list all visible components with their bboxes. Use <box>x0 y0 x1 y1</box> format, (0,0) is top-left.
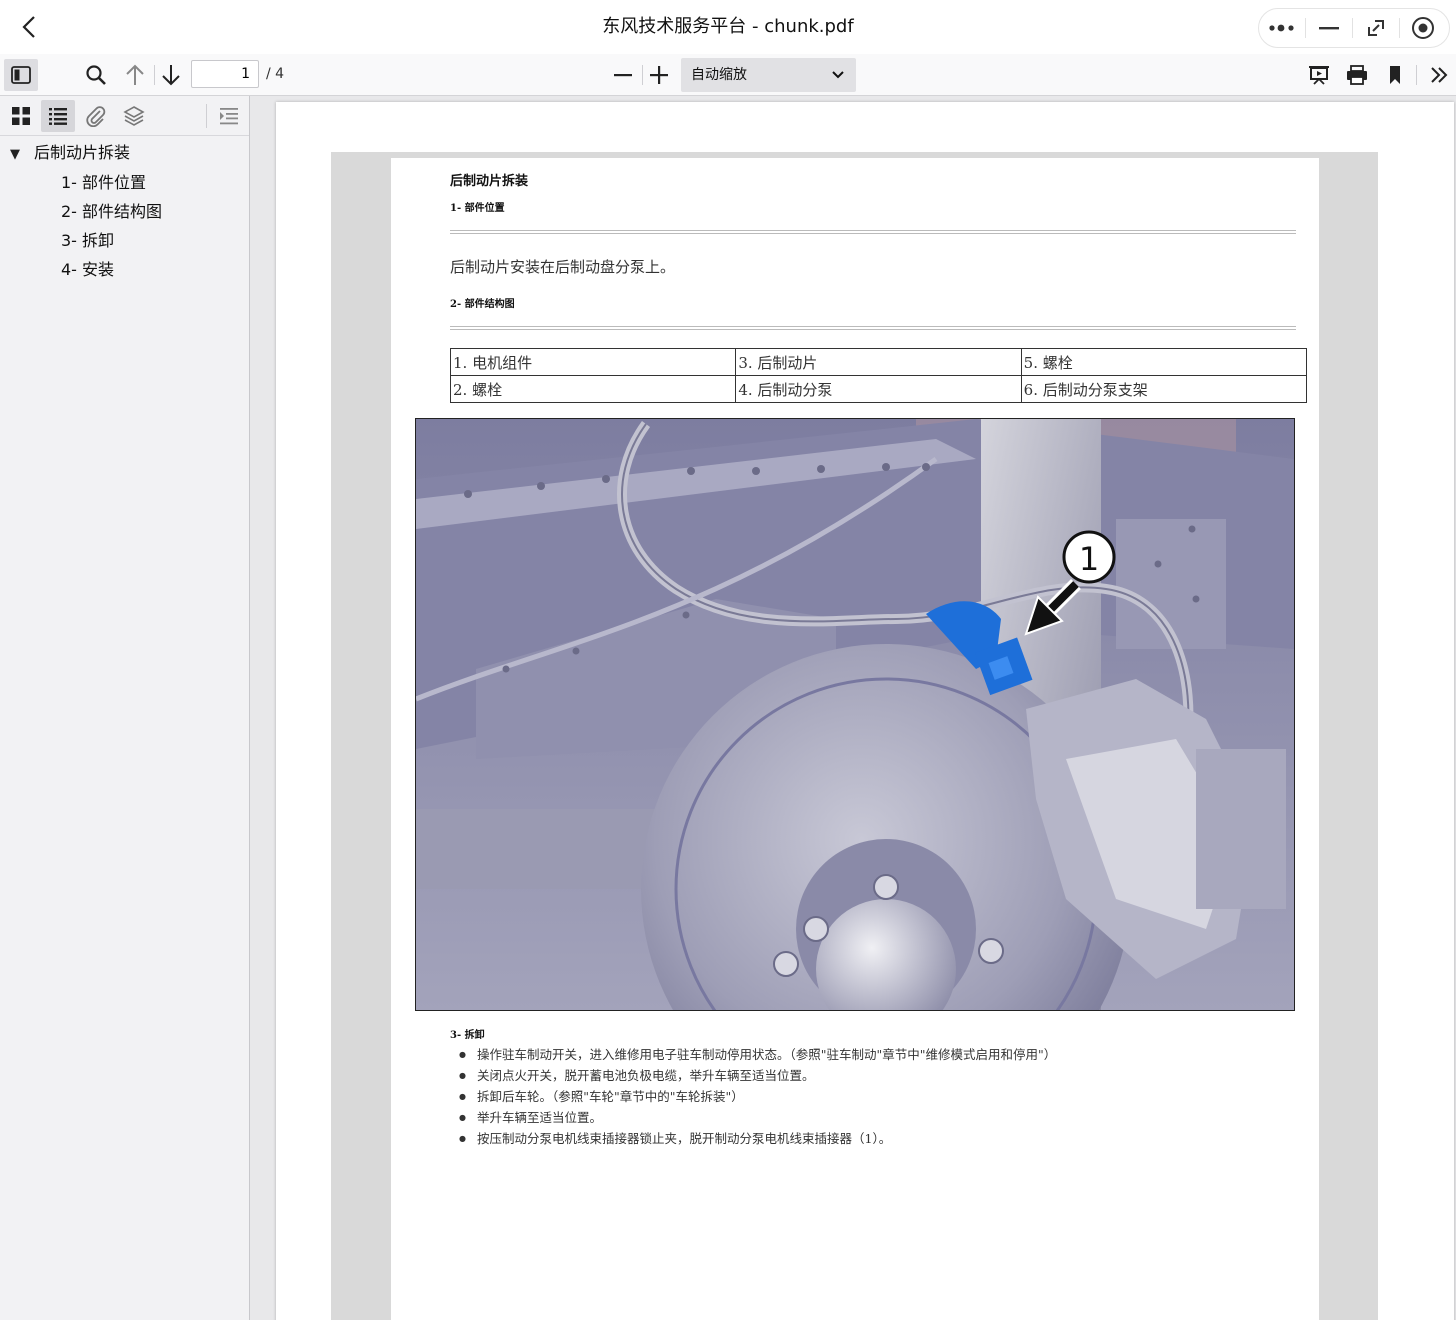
list-icon <box>49 108 67 125</box>
restore-icon <box>1368 20 1384 36</box>
close-button[interactable] <box>1400 9 1446 47</box>
list-item: 拆卸后车轮。（参照"车轮"章节中的"车轮拆装"） <box>459 1086 1056 1107</box>
list-item: 举升车辆至适当位置。 <box>459 1107 1056 1128</box>
list-item: 按压制动分泵电机线束插接器锁止夹，脱开制动分泵电机线束插接器（1）。 <box>459 1128 1056 1149</box>
list-item: 操作驻车制动开关，进入维修用电子驻车制动停用状态。（参照"驻车制动"章节中"维修… <box>459 1044 1056 1065</box>
sidebar-tabs <box>0 96 249 136</box>
outline-item-root[interactable]: ▼ 后制动片拆装 <box>10 140 130 166</box>
section2-title: 2- 部件结构图 <box>450 299 515 310</box>
window-title: 东风技术服务平台 - chunk.pdf <box>602 16 854 37</box>
removal-steps-list: 操作驻车制动开关，进入维修用电子驻车制动停用状态。（参照"驻车制动"章节中"维修… <box>459 1044 1056 1149</box>
page-band-left <box>331 158 391 1320</box>
brake-illustration: 1 <box>416 419 1294 1010</box>
layers-icon <box>123 106 145 126</box>
table-cell: 3. 后制动片 <box>735 348 1022 376</box>
plus-icon <box>650 66 668 84</box>
more-dots-icon <box>1269 24 1294 32</box>
brake-assembly-figure: 1 <box>415 418 1295 1011</box>
grid-icon <box>12 107 30 125</box>
zoom-select-value: 自动缩放 <box>691 67 747 83</box>
tools-menu-button[interactable] <box>1423 59 1455 91</box>
table-cell: 1. 电机组件 <box>449 348 737 376</box>
presentation-icon <box>1309 66 1329 85</box>
minimize-button[interactable] <box>1306 9 1352 47</box>
window-controls <box>1258 8 1450 48</box>
search-button[interactable] <box>80 59 112 91</box>
search-icon <box>86 65 106 85</box>
table-cell: 4. 后制动分泵 <box>735 375 1022 403</box>
minus-icon <box>614 74 632 77</box>
page-total: / 4 <box>266 66 285 82</box>
list-item: 关闭点火开关，脱开蓄电池负极电缆，举升车辆至适当位置。 <box>459 1065 1056 1086</box>
section3-title: 3- 拆卸 <box>450 1030 485 1041</box>
bookmark-icon <box>1390 66 1400 84</box>
outline-item-2[interactable]: 2- 部件结构图 <box>61 199 162 225</box>
arrow-down-icon <box>162 65 180 86</box>
document-viewer[interactable]: 后制动片拆装 1- 部件位置 后制动片安装在后制动盘分泵上。 2- 部件结构图 … <box>250 96 1456 1320</box>
previous-page-button[interactable] <box>119 59 151 91</box>
section2-rule <box>450 326 1296 330</box>
figure-callout-1: 1 <box>1079 540 1099 578</box>
table-cell: 2. 螺栓 <box>449 375 737 403</box>
tab-layers[interactable] <box>117 100 151 132</box>
more-button[interactable] <box>1259 9 1305 47</box>
sidebar: ▼ 后制动片拆装 1- 部件位置 2- 部件结构图 3- 拆卸 4- 安装 <box>0 96 250 1320</box>
target-icon <box>1412 17 1434 39</box>
page-number-input[interactable] <box>191 60 259 88</box>
tab-attachments[interactable] <box>79 100 113 132</box>
double-chevron-right-icon <box>1431 67 1448 83</box>
table-row: 2. 螺栓 4. 后制动分泵 6. 后制动分泵支架 <box>449 375 1308 403</box>
outline-indent-icon <box>220 108 238 125</box>
arrow-up-icon <box>126 64 144 85</box>
zoom-in-button[interactable] <box>643 59 675 91</box>
back-button[interactable] <box>14 12 44 42</box>
bookmark-button[interactable] <box>1379 59 1411 91</box>
outline-item-3[interactable]: 3- 拆卸 <box>61 228 114 254</box>
section1-text: 后制动片安装在后制动盘分泵上。 <box>450 258 676 276</box>
pdf-page: 后制动片拆装 1- 部件位置 后制动片安装在后制动盘分泵上。 2- 部件结构图 … <box>276 102 1454 1320</box>
page-band-right <box>1319 158 1378 1320</box>
table-cell: 5. 螺栓 <box>1020 348 1308 376</box>
paperclip-icon <box>86 106 106 127</box>
sidebar-toggle-button[interactable] <box>4 59 38 91</box>
print-icon <box>1347 65 1367 85</box>
section1-rule <box>450 230 1296 234</box>
restore-button[interactable] <box>1353 9 1399 47</box>
document-title: 后制动片拆装 <box>450 174 529 189</box>
section1-title: 1- 部件位置 <box>450 203 505 214</box>
parts-table: 1. 电机组件 3. 后制动片 5. 螺栓 2. 螺栓 4. 后制动分泵 6. … <box>449 348 1308 403</box>
next-page-button[interactable] <box>155 59 187 91</box>
tab-thumbnails[interactable] <box>4 100 38 132</box>
zoom-select[interactable]: 自动缩放 <box>681 58 856 92</box>
presentation-mode-button[interactable] <box>1303 59 1335 91</box>
sidebar-icon <box>11 66 31 84</box>
zoom-out-button[interactable] <box>607 59 639 91</box>
table-row: 1. 电机组件 3. 后制动片 5. 螺栓 <box>449 348 1308 376</box>
pdf-toolbar: / 4 自动缩放 <box>0 54 1456 96</box>
print-button[interactable] <box>1341 59 1373 91</box>
minimize-icon <box>1319 27 1339 30</box>
page-content: 后制动片拆装 1- 部件位置 后制动片安装在后制动盘分泵上。 2- 部件结构图 … <box>391 158 1319 1320</box>
chevron-left-icon <box>22 16 35 38</box>
title-bar: 东风技术服务平台 - chunk.pdf <box>0 0 1456 54</box>
outline-item-label: 后制动片拆装 <box>34 143 131 162</box>
tab-outline[interactable] <box>41 100 75 132</box>
table-cell: 6. 后制动分泵支架 <box>1020 375 1308 403</box>
outline-item-4[interactable]: 4- 安装 <box>61 257 114 283</box>
current-outline-item-button[interactable] <box>212 100 246 132</box>
chevron-down-icon <box>832 58 844 92</box>
outline-item-1[interactable]: 1- 部件位置 <box>61 170 146 196</box>
triangle-down-icon[interactable]: ▼ <box>10 142 34 168</box>
